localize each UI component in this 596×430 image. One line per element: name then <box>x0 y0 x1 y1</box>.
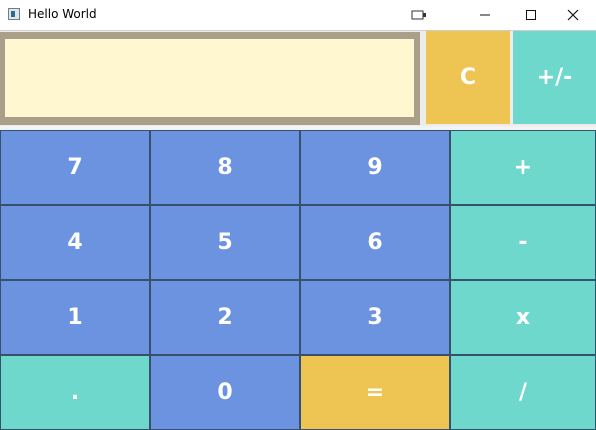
key-3[interactable]: 3 <box>300 280 450 355</box>
app-icon <box>8 8 20 20</box>
key-5[interactable]: 5 <box>150 205 300 280</box>
key-decimal[interactable]: . <box>0 355 150 430</box>
display-field[interactable] <box>5 39 414 117</box>
title-bar: Hello World <box>0 0 596 30</box>
maximize-button[interactable] <box>508 0 554 30</box>
key-6[interactable]: 6 <box>300 205 450 280</box>
key-multiply[interactable]: x <box>450 280 596 355</box>
key-divide[interactable]: / <box>450 355 596 430</box>
tablet-mode-icon[interactable] <box>396 0 442 30</box>
clear-button[interactable]: C <box>426 31 510 124</box>
key-9[interactable]: 9 <box>300 130 450 205</box>
minimize-button[interactable] <box>462 0 508 30</box>
key-0[interactable]: 0 <box>150 355 300 430</box>
key-minus[interactable]: - <box>450 205 596 280</box>
window-title: Hello World <box>28 7 97 21</box>
key-plus[interactable]: + <box>450 130 596 205</box>
negate-button[interactable]: +/- <box>513 31 596 124</box>
key-equals[interactable]: = <box>300 355 450 430</box>
key-8[interactable]: 8 <box>150 130 300 205</box>
close-button[interactable] <box>550 0 596 30</box>
key-2[interactable]: 2 <box>150 280 300 355</box>
key-1[interactable]: 1 <box>0 280 150 355</box>
key-7[interactable]: 7 <box>0 130 150 205</box>
keypad: 7 8 9 + 4 5 6 - 1 2 3 x . 0 = / <box>0 130 596 430</box>
key-4[interactable]: 4 <box>0 205 150 280</box>
